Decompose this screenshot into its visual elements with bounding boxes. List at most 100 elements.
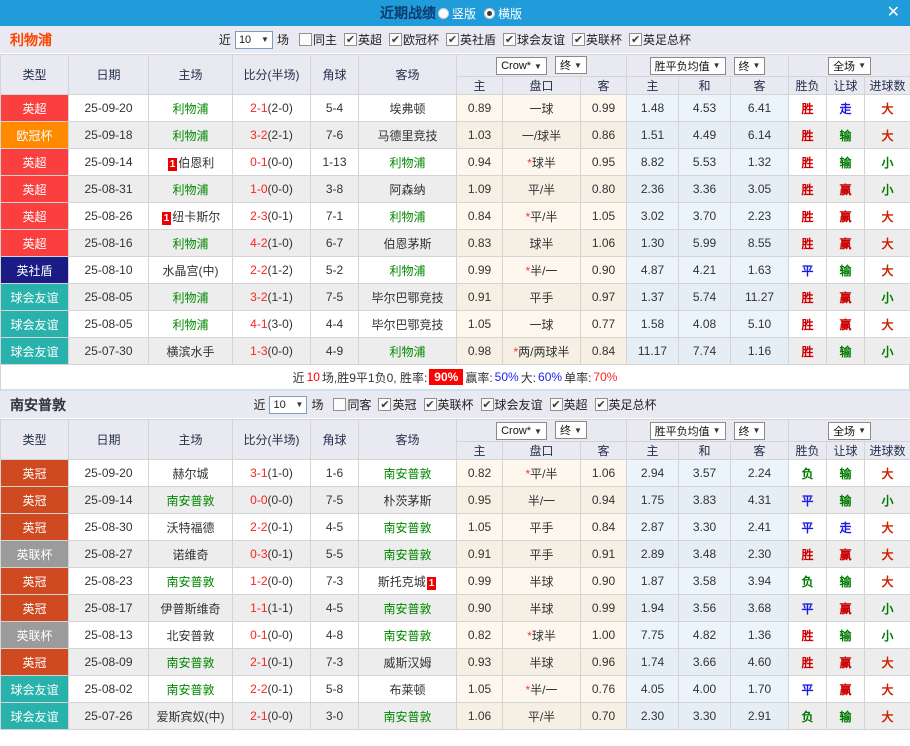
odds-source-dropdown[interactable]: Crow* ▼: [496, 422, 547, 440]
score: 3-2(1-1): [232, 283, 311, 311]
odds-home: 0.91: [456, 283, 503, 311]
mean-draw-value: 3.70: [692, 209, 717, 223]
fullmatch-dropdown[interactable]: 全场 ▼: [828, 421, 871, 440]
odds-away: 1.00: [580, 621, 627, 649]
away-team: 利物浦: [358, 337, 457, 365]
league-badge-label: 英冠: [22, 574, 47, 589]
mean-home-value: 1.58: [640, 317, 665, 331]
layout-radio[interactable]: [437, 7, 449, 19]
match-count-select[interactable]: 10 ▼: [269, 395, 308, 414]
odds-away-value: 0.90: [591, 263, 616, 277]
league-filter-checkbox[interactable]: ✔: [480, 398, 494, 411]
mean-away-value: 3.68: [747, 601, 772, 615]
match-count-select[interactable]: 10 ▼: [234, 30, 273, 49]
layout-radio[interactable]: [484, 7, 495, 19]
league-filter-checkbox[interactable]: ✔: [388, 33, 402, 46]
halftime-score: (1-0): [267, 466, 293, 480]
home-team-name: 水晶宫(中): [162, 263, 219, 278]
result-outcome-value: 胜: [801, 628, 814, 643]
match-date: 25-08-26: [68, 202, 149, 230]
result-goals: 小: [864, 486, 910, 514]
result-handicap: 输: [826, 337, 866, 365]
match-date: 25-08-27: [68, 540, 149, 568]
league-filter-label: 英超: [357, 33, 382, 47]
away-team-name: 阿森纳: [389, 182, 426, 197]
corner-score: 7-5: [310, 486, 359, 514]
home-team: 南安普敦: [148, 567, 233, 595]
same-venue-checkbox[interactable]: [333, 398, 347, 411]
sub-column-header: 让球: [826, 441, 866, 460]
team-section: 利物浦近 10 ▼ 场同主 ✔ 英超 ✔ 欧冠杯 ✔ 英社盾 ✔ 球会友谊 ✔ 英联杯 ✔ 英足总杯 类型 日期主…: [0, 26, 910, 391]
sub-column-header: 客: [729, 76, 790, 95]
layout-option-unselected[interactable]: 竖版: [437, 5, 476, 22]
close-icon[interactable]: ✕: [887, 2, 900, 24]
score: 0-3(0-1): [232, 540, 311, 568]
league-filter-checkbox[interactable]: ✔: [594, 398, 608, 411]
mean-away-value: 1.32: [747, 155, 772, 169]
odds-away: 0.77: [580, 310, 627, 338]
mean-draw: 3.57: [678, 459, 731, 487]
mean-final-dropdown[interactable]: 终 ▼: [733, 421, 766, 440]
corner-score-value: 1-13: [322, 155, 347, 169]
home-team-name: 伊普斯维奇: [160, 601, 221, 616]
mean-home: 3.02: [626, 202, 679, 230]
corner-score-value: 7-1: [325, 209, 344, 223]
sub-column-header: 客: [729, 441, 790, 460]
odds-source-dropdown[interactable]: Crow* ▼: [496, 57, 547, 75]
home-team-name: 横滨水手: [166, 344, 215, 359]
match-date: 25-08-09: [68, 648, 149, 676]
fullmatch-dropdown-label: 全场: [833, 60, 856, 73]
handicap-value: 平/半: [527, 709, 556, 724]
mean-dropdown[interactable]: 胜平负均值 ▼: [649, 56, 726, 75]
odds-away-value: 0.90: [591, 574, 616, 588]
match-date-value: 25-08-10: [84, 263, 133, 277]
chevron-down-icon: ▼: [858, 61, 866, 70]
result-goals: 小: [864, 621, 910, 649]
league-filter-checkbox[interactable]: ✔: [549, 398, 563, 411]
handicap: 半球: [502, 648, 581, 676]
layout-option-selected[interactable]: 横版: [484, 5, 522, 22]
league-badge: 英超: [0, 202, 69, 230]
league-filter-checkbox[interactable]: ✔: [423, 398, 437, 411]
home-team-name: 沃特福德: [166, 520, 215, 535]
halftime-score: (1-2): [267, 263, 293, 277]
odds-away: 0.91: [580, 540, 627, 568]
mean-draw-value: 4.21: [692, 263, 717, 277]
halftime-score: (0-0): [267, 344, 293, 358]
same-venue-checkbox[interactable]: [298, 33, 312, 46]
mean-draw: 3.30: [678, 702, 731, 730]
mean-away: 11.27: [729, 283, 790, 311]
handicap: *球半: [502, 148, 581, 176]
handicap: 一/球半: [502, 121, 581, 149]
league-filter-checkbox[interactable]: ✔: [503, 33, 517, 46]
league-filter-checkbox[interactable]: ✔: [446, 33, 459, 46]
mean-away: 1.63: [729, 256, 790, 284]
mean-final-dropdown-label: 终: [738, 60, 750, 73]
halftime-score: (0-1): [267, 682, 293, 696]
corner-score-value: 1-6: [325, 466, 344, 480]
table-row: 英超 25-08-26 1 纽卡斯尔 2-3(0-1) 7-1 利物浦 0.84 *平/半 1.0…: [0, 202, 910, 230]
league-filter-checkbox[interactable]: ✔: [629, 33, 643, 46]
league-filter-checkbox[interactable]: ✔: [572, 33, 586, 46]
same-venue-label: 同主: [312, 33, 337, 47]
league-filter-label: 英足总杯: [643, 33, 692, 47]
corner-score: 3-8: [310, 175, 359, 203]
mean-dropdown[interactable]: 胜平负均值 ▼: [649, 421, 726, 440]
mean-home: 4.87: [626, 256, 679, 284]
result-goals-value: 大: [881, 317, 894, 332]
league-filter-checkbox[interactable]: ✔: [343, 33, 357, 46]
league-filter-checkbox[interactable]: ✔: [378, 398, 392, 411]
sub-column-header: 主: [456, 76, 503, 95]
sub-column-header: 和: [678, 76, 731, 95]
mean-final-dropdown[interactable]: 终 ▼: [733, 56, 766, 75]
odds-final-dropdown[interactable]: 终 ▼: [554, 421, 587, 439]
odds-final-dropdown[interactable]: 终 ▼: [554, 56, 587, 74]
league-badge-label: 英冠: [22, 655, 47, 670]
fullmatch-dropdown[interactable]: 全场 ▼: [828, 56, 871, 75]
handicap: 平/半: [502, 175, 581, 203]
summary-segment: 大:: [520, 370, 537, 385]
home-team-name: 利物浦: [172, 236, 209, 251]
result-goals: 大: [864, 513, 910, 541]
corner-score-value: 5-5: [325, 547, 344, 561]
column-header: 客场: [358, 419, 457, 460]
